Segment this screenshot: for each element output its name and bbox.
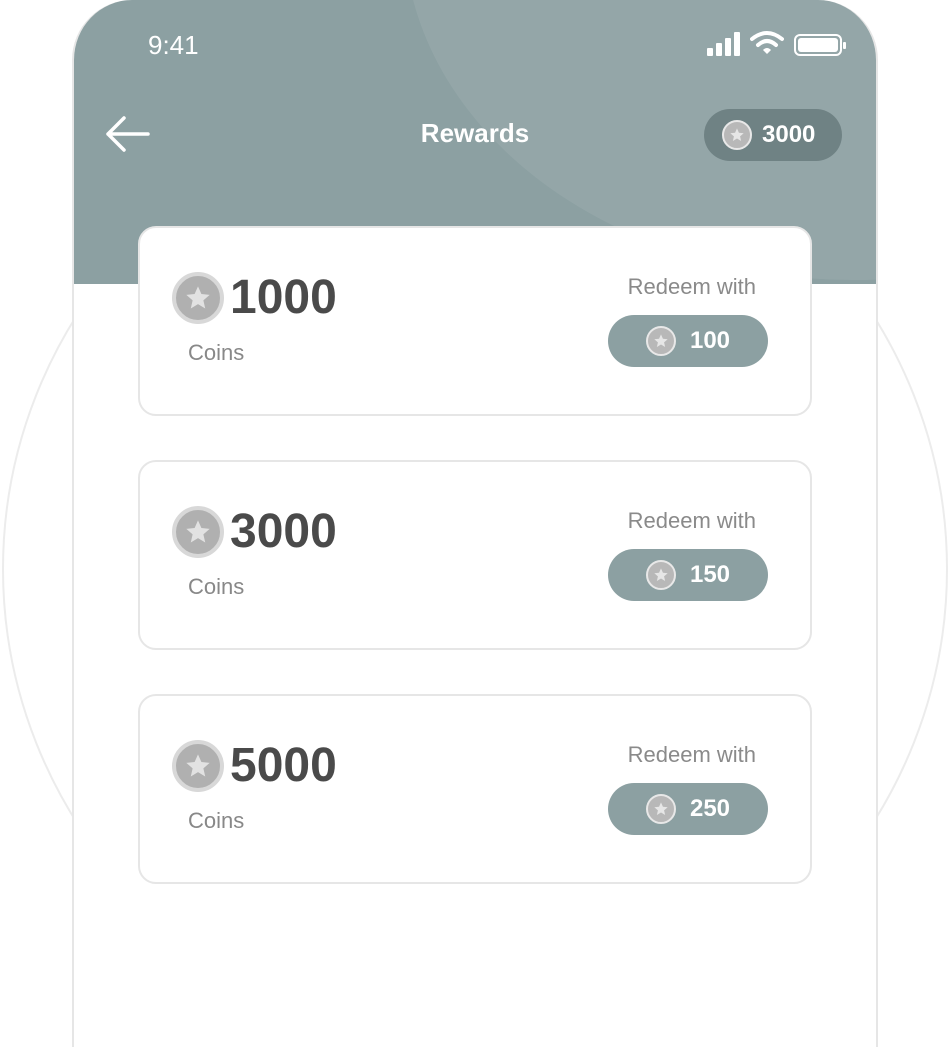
reward-unit: Coins [188,340,245,365]
redeem-button[interactable]: 100 [608,315,768,367]
reward-amount: 3000 [230,505,337,558]
reward-amount-row: 3000 [172,504,337,559]
coin-balance[interactable]: 3000 [704,109,842,161]
phone-frame: 9:41 Rewards 3000 1000 Coins Redeem with… [72,0,878,1047]
battery-icon [794,34,846,56]
reward-unit: Coins [188,808,245,833]
reward-amount-row: 5000 [172,738,337,793]
status-time: 9:41 [148,30,199,60]
star-coin-icon [645,794,676,824]
redeem-label: Redeem with [627,508,756,533]
redeem-button[interactable]: 150 [608,549,768,601]
star-coin-icon [722,120,752,150]
reward-card: 5000 Coins Redeem with 250 [138,694,812,884]
star-coin-icon [645,326,676,356]
reward-card: 3000 Coins Redeem with 150 [138,460,812,650]
cellular-signal-icon [707,32,740,56]
star-coin-icon [172,505,224,558]
reward-amount: 5000 [230,739,337,792]
reward-unit: Coins [188,574,245,599]
redeem-cost: 150 [689,561,731,588]
star-coin-icon [645,560,676,590]
redeem-label: Redeem with [627,742,756,767]
redeem-cost: 250 [689,795,731,822]
redeem-cost: 100 [689,327,731,354]
reward-card: 1000 Coins Redeem with 100 [138,226,812,416]
redeem-label: Redeem with [627,274,756,299]
redeem-button[interactable]: 250 [608,783,768,835]
reward-amount-row: 1000 [172,270,337,325]
star-coin-icon [172,739,224,792]
coin-balance-value: 3000 [762,121,816,148]
reward-amount: 1000 [230,271,337,324]
wifi-icon [750,31,784,54]
status-icons [707,30,846,56]
star-coin-icon [172,271,224,324]
